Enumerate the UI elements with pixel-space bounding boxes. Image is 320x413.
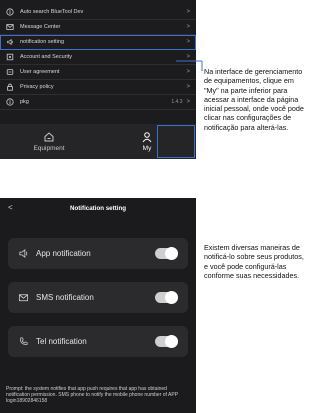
notification-setting-screenshot: < Notification setting App notification …	[0, 198, 196, 413]
tel-notification-card: Tel notification	[8, 326, 188, 357]
speaker-icon	[18, 248, 29, 259]
instruction-text-1: Na interface de gerenciamento de equipam…	[204, 67, 304, 132]
mail-icon	[6, 23, 14, 31]
prompt-text: Prompt: the system notifies that app pus…	[6, 386, 178, 405]
nav-equipment[interactable]: Equipment	[0, 124, 98, 159]
user-icon	[142, 132, 152, 143]
app-notification-toggle[interactable]	[155, 247, 178, 260]
lock-icon	[6, 83, 14, 91]
version-value: 1.4.3	[171, 99, 183, 105]
menu-item-label: Message Center	[20, 24, 61, 30]
chevron-right-icon: >	[186, 9, 190, 15]
info-icon	[6, 98, 14, 106]
mail-icon	[18, 292, 29, 303]
speaker-icon	[6, 38, 14, 46]
shield-icon	[6, 53, 14, 61]
page-title: Notification setting	[69, 205, 127, 212]
menu-item-user-agreement[interactable]: User agreement >	[0, 65, 196, 80]
toggle-knob	[165, 247, 178, 260]
menu-item-label: User agreement	[20, 69, 60, 75]
chevron-right-icon: >	[186, 84, 190, 90]
nav-my-label: My	[142, 145, 152, 152]
menu-item-label: notification setting	[20, 39, 65, 45]
menu-item-label: Privacy policy	[20, 84, 54, 90]
app-notification-label: App notification	[36, 249, 91, 258]
menu-item-label: Auto search BlueTool Dev	[20, 9, 84, 15]
document-icon	[6, 68, 14, 76]
phone-icon	[18, 336, 29, 347]
menu-item-privacy-policy[interactable]: Privacy policy >	[0, 80, 196, 95]
tel-notification-toggle[interactable]	[155, 335, 178, 348]
sms-notification-card: SMS notification	[8, 282, 188, 313]
app-notification-card: App notification	[8, 238, 188, 269]
callout-connector	[176, 60, 203, 71]
back-button[interactable]: <	[8, 203, 13, 212]
chevron-right-icon: >	[186, 24, 190, 30]
menu-item-auto-search[interactable]: Auto search BlueTool Dev >	[0, 5, 196, 20]
toggle-knob	[165, 335, 178, 348]
my-highlight-box	[157, 125, 195, 158]
sms-notification-toggle[interactable]	[155, 291, 178, 304]
chevron-right-icon: >	[186, 99, 190, 105]
menu-item-label: Account and Security	[20, 54, 72, 60]
menu-item-message-center[interactable]: Message Center >	[0, 20, 196, 35]
instruction-text-2: Existem diversas maneiras de notificá-lo…	[204, 243, 304, 280]
header: < Notification setting	[0, 198, 196, 219]
home-icon	[44, 132, 54, 142]
info-icon	[6, 8, 14, 16]
menu-item-pkg[interactable]: pkg 1.4.3 >	[0, 95, 196, 110]
tel-notification-label: Tel notification	[36, 337, 87, 346]
chevron-right-icon: >	[186, 39, 190, 45]
personal-page-screenshot: Auto search BlueTool Dev > Message Cente…	[0, 0, 196, 159]
menu-item-notification-setting[interactable]: notification setting >	[0, 35, 196, 50]
toggle-knob	[165, 291, 178, 304]
sms-notification-label: SMS notification	[36, 293, 94, 302]
nav-equipment-label: Equipment	[33, 145, 65, 152]
menu-item-label: pkg	[20, 99, 29, 105]
menu-item-account-security[interactable]: Account and Security >	[0, 50, 196, 65]
